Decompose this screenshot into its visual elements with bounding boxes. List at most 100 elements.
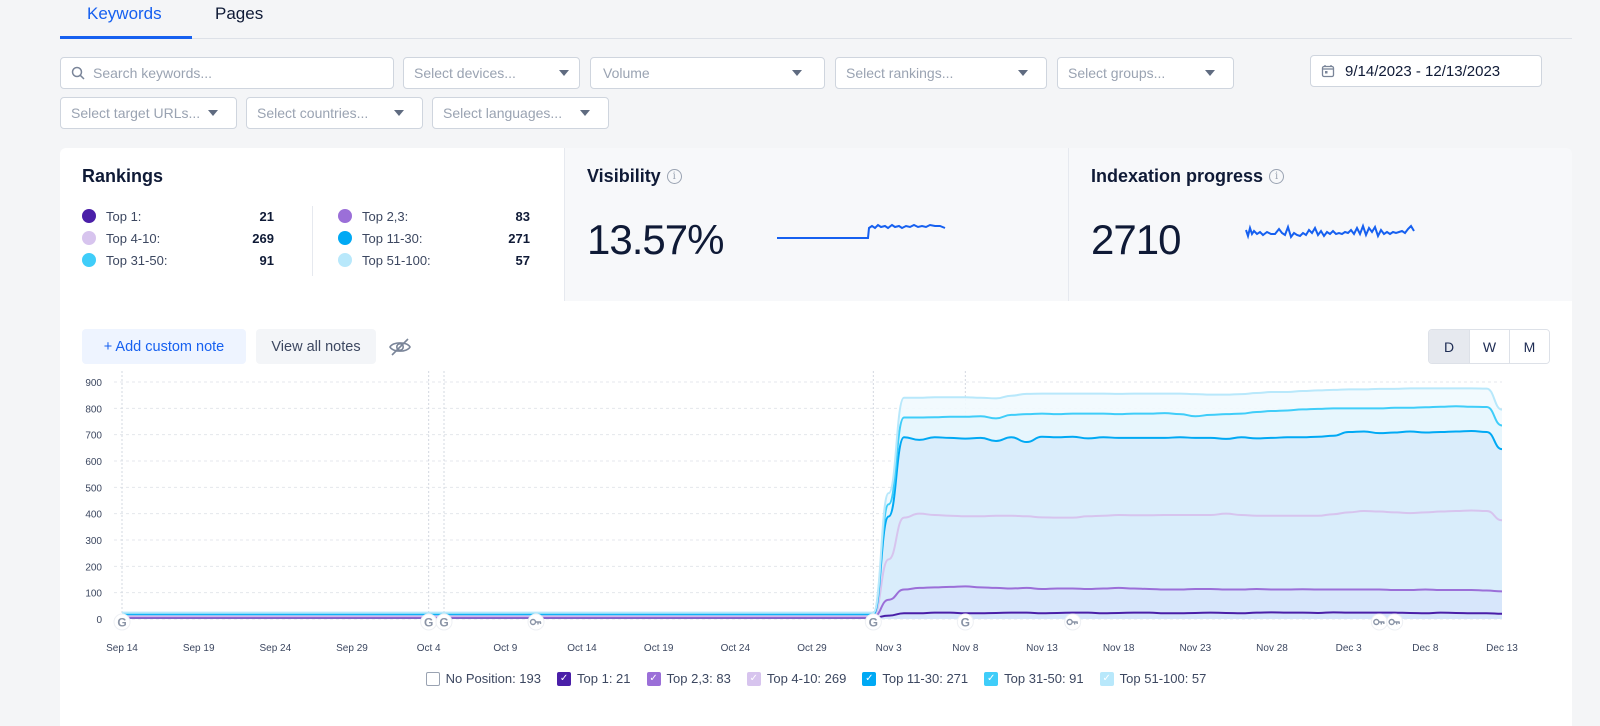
y-tick-label: 700 xyxy=(85,431,102,442)
chart-legend: No Position: 193 ✓ Top 1: 21 ✓ Top 2,3: 83 ✓ T… xyxy=(60,671,1572,686)
date-range-value: 9/14/2023 - 12/13/2023 xyxy=(1345,62,1501,80)
google-icon: G xyxy=(439,616,448,630)
chart-panel: + Add custom note View all notes D W M 0… xyxy=(60,301,1572,726)
indexation-value: 2710 xyxy=(1091,216,1181,263)
checkbox-checked-icon[interactable]: ✓ xyxy=(1099,671,1114,686)
y-tick-label: 800 xyxy=(85,404,102,415)
ranking-label: Top 2,3: xyxy=(362,208,409,224)
calendar-icon xyxy=(1321,65,1335,78)
ranking-value: 269 xyxy=(252,230,274,246)
tab-pages[interactable]: Pages xyxy=(215,4,263,24)
volume-select[interactable]: Volume xyxy=(590,57,825,89)
y-tick-label: 900 xyxy=(85,378,102,389)
info-icon[interactable]: i xyxy=(666,169,682,184)
caret-down-icon xyxy=(559,70,569,76)
x-tick-label: Dec 8 xyxy=(1412,643,1439,654)
legend-item[interactable]: ✓ Top 31-50: 91 xyxy=(984,671,1084,686)
visibility-value: 13.57% xyxy=(587,216,724,263)
caret-down-icon xyxy=(208,110,218,116)
x-tick-label: Oct 9 xyxy=(493,643,517,654)
checkbox-checked-icon[interactable]: ✓ xyxy=(984,671,999,686)
checkbox-checked-icon[interactable]: ✓ xyxy=(646,671,661,686)
groups-select-label: Select groups... xyxy=(1068,65,1166,81)
ranking-color-dot xyxy=(82,231,96,245)
date-range-picker[interactable]: 9/14/2023 - 12/13/2023 xyxy=(1310,55,1542,87)
countries-select[interactable]: Select countries... xyxy=(246,97,423,129)
checkbox-checked-icon[interactable]: ✓ xyxy=(746,671,761,686)
target-urls-select[interactable]: Select target URLs... xyxy=(60,97,237,129)
ranking-color-dot xyxy=(338,253,352,267)
caret-down-icon xyxy=(1018,70,1028,76)
x-tick-label: Dec 13 xyxy=(1486,643,1518,654)
ranking-value: 83 xyxy=(515,208,530,224)
volume-select-label: Volume xyxy=(603,65,650,81)
rankings-select-label: Select rankings... xyxy=(846,65,954,81)
devices-select-label: Select devices... xyxy=(414,65,516,81)
ranking-row: Top 2,3: 83 xyxy=(338,206,530,226)
x-tick-label: Sep 19 xyxy=(183,643,215,654)
summary-cards: Rankings Top 1: 21 Top 4-10: 269 Top 31-… xyxy=(60,148,1572,301)
indexation-title: Indexation progress i xyxy=(1091,166,1285,187)
rankings-select[interactable]: Select rankings... xyxy=(835,57,1047,89)
visibility-title: Visibility i xyxy=(587,166,682,187)
rankings-chart: 0 100 200 300 400 500 600 700 800 900 Sep 14 Sep 19… xyxy=(85,371,1518,654)
x-tick-label: Sep 29 xyxy=(336,643,368,654)
legend-item[interactable]: No Position: 193 xyxy=(425,671,541,686)
legend-item[interactable]: ✓ Top 4-10: 269 xyxy=(746,671,847,686)
checkbox-checked-icon[interactable]: ✓ xyxy=(862,671,877,686)
x-tick-label: Oct 29 xyxy=(797,643,827,654)
x-tick-label: Nov 23 xyxy=(1179,643,1211,654)
ranking-color-dot xyxy=(338,209,352,223)
search-icon xyxy=(71,66,85,80)
ranking-row: Top 11-30: 271 xyxy=(338,228,530,248)
devices-select[interactable]: Select devices... xyxy=(403,57,580,89)
legend-label: Top 31-50: 91 xyxy=(1004,671,1084,686)
google-icon: G xyxy=(117,616,126,630)
ranking-row: Top 31-50: 91 xyxy=(82,250,274,270)
x-tick-label: Nov 3 xyxy=(876,643,903,654)
active-tab-indicator xyxy=(60,36,192,39)
ranking-row: Top 1: 21 xyxy=(82,206,274,226)
indexation-title-text: Indexation progress xyxy=(1091,166,1264,186)
legend-label: Top 51-100: 57 xyxy=(1119,671,1207,686)
google-icon: G xyxy=(424,616,433,630)
checkbox-checked-icon[interactable]: ✓ xyxy=(557,671,572,686)
legend-item[interactable]: ✓ Top 51-100: 57 xyxy=(1099,671,1207,686)
countries-select-label: Select countries... xyxy=(257,105,369,121)
checkbox-unchecked-icon[interactable] xyxy=(425,671,440,686)
legend-item[interactable]: ✓ Top 1: 21 xyxy=(557,671,631,686)
target-urls-select-label: Select target URLs... xyxy=(71,105,201,121)
x-tick-label: Nov 13 xyxy=(1026,643,1058,654)
visibility-sparkline xyxy=(777,223,946,239)
x-tick-label: Oct 14 xyxy=(567,643,597,654)
visibility-card: Visibility i 13.57% xyxy=(564,148,1068,301)
rankings-title: Rankings xyxy=(82,166,164,186)
y-tick-label: 0 xyxy=(96,615,102,626)
legend-item[interactable]: ✓ Top 2,3: 83 xyxy=(646,671,731,686)
y-tick-label: 100 xyxy=(85,589,102,600)
y-tick-label: 500 xyxy=(85,483,102,494)
divider xyxy=(312,206,313,276)
search-keywords-input[interactable]: Search keywords... xyxy=(60,57,394,89)
legend-label: Top 2,3: 83 xyxy=(666,671,731,686)
groups-select[interactable]: Select groups... xyxy=(1057,57,1234,89)
y-tick-label: 400 xyxy=(85,510,102,521)
x-tick-label: Sep 24 xyxy=(259,643,291,654)
legend-item[interactable]: ✓ Top 11-30: 271 xyxy=(862,671,968,686)
y-tick-label: 600 xyxy=(85,457,102,468)
ranking-label: Top 51-100: xyxy=(362,252,431,268)
tab-keywords[interactable]: Keywords xyxy=(87,4,162,24)
languages-select[interactable]: Select languages... xyxy=(432,97,609,129)
legend-label: Top 4-10: 269 xyxy=(766,671,847,686)
caret-down-icon xyxy=(580,110,590,116)
caret-down-icon xyxy=(394,110,404,116)
ranking-label: Top 31-50: xyxy=(106,252,168,268)
ranking-label: Top 4-10: xyxy=(106,230,161,246)
info-icon[interactable]: i xyxy=(1269,169,1285,184)
caret-down-icon xyxy=(792,70,802,76)
x-tick-label: Oct 19 xyxy=(644,643,674,654)
languages-select-label: Select languages... xyxy=(443,105,563,121)
ranking-label: Top 1: xyxy=(106,208,142,224)
ranking-value: 91 xyxy=(259,252,274,268)
ranking-value: 271 xyxy=(508,230,530,246)
